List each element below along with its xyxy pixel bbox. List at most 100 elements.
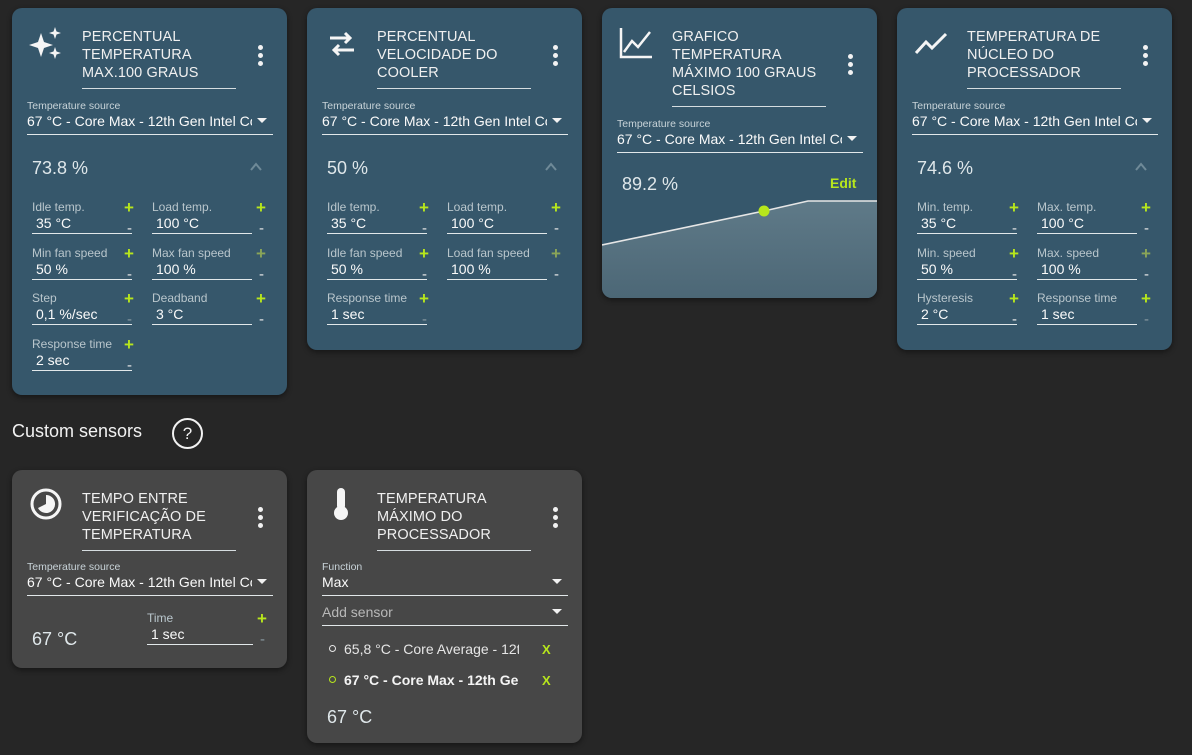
time-field[interactable]: Time 1 sec (147, 610, 253, 645)
temperature-source-select[interactable]: 67 °C - Core Max - 12th Gen Intel Core i… (912, 112, 1158, 135)
min-fan-speed-field[interactable]: Min fan speed 50 % (32, 245, 132, 280)
decrement-button[interactable]: - (127, 221, 132, 237)
sensor-list-item: 65,8 °C - Core Average - 12th Gen Intel … (329, 641, 519, 657)
increment-button[interactable]: + (551, 199, 561, 216)
sparkles-icon (29, 27, 61, 59)
trend-line-icon (914, 32, 948, 55)
increment-button[interactable]: + (124, 336, 134, 353)
increment-button[interactable]: + (124, 199, 134, 216)
increment-button[interactable]: + (1141, 199, 1151, 216)
custom-sensor-card-1: TEMPO ENTRE VERIFICAÇÃO DE TEMPERATURA Tem… (12, 470, 287, 668)
decrement-button[interactable]: - (554, 221, 559, 237)
section-title: Custom sensors (12, 421, 143, 441)
decrement-button[interactable]: - (127, 267, 132, 283)
increment-button[interactable]: + (1141, 290, 1151, 307)
decrement-button[interactable]: - (554, 267, 559, 283)
temperature-source-select[interactable]: 67 °C - Core Max - 12th Gen Intel Core i… (322, 112, 568, 135)
idle-fan-speed-field[interactable]: Idle fan speed 50 % (327, 245, 427, 280)
decrement-button[interactable]: - (422, 221, 427, 237)
decrement-button[interactable]: - (1144, 312, 1149, 328)
increment-button[interactable]: + (256, 199, 266, 216)
decrement-button[interactable]: - (1144, 267, 1149, 283)
increment-button[interactable]: + (419, 290, 429, 307)
increment-button[interactable]: + (1141, 245, 1151, 262)
chevron-up-icon[interactable] (1135, 161, 1147, 173)
chevron-up-icon[interactable] (250, 161, 262, 173)
more-options-icon[interactable] (1140, 45, 1150, 69)
chevron-down-icon (257, 118, 267, 123)
increment-button[interactable]: + (1009, 290, 1019, 307)
max-speed-field[interactable]: Max. speed 100 % (1037, 245, 1137, 280)
step-field[interactable]: Step 0,1 %/sec (32, 290, 132, 325)
chevron-down-icon (552, 609, 562, 614)
hysteresis-field[interactable]: Hysteresis 2 °C (917, 290, 1017, 325)
more-options-icon[interactable] (255, 45, 265, 69)
increment-button[interactable]: + (256, 290, 266, 307)
temperature-source-select[interactable]: 67 °C - Core Max - 12th Gen Intel Core i… (617, 130, 863, 153)
decrement-button[interactable]: - (1012, 221, 1017, 237)
response-time-field[interactable]: Response time 1 sec (1037, 290, 1137, 325)
load-fan-speed-field[interactable]: Load fan speed 100 % (447, 245, 547, 280)
card-title: TEMPERATURA MÁXIMO DO PROCESSADOR (377, 490, 531, 551)
function-label: Function (322, 561, 363, 573)
idle-temp-field[interactable]: Idle temp. 35 °C (32, 199, 132, 234)
source-label: Temperature source (27, 100, 121, 112)
current-value: 67 °C (32, 629, 78, 649)
chevron-down-icon (257, 579, 267, 584)
decrement-button[interactable]: - (259, 312, 264, 328)
remove-sensor-button[interactable]: X (542, 673, 551, 688)
source-label: Temperature source (617, 118, 711, 130)
chevron-down-icon (552, 118, 562, 123)
decrement-button[interactable]: - (1144, 221, 1149, 237)
fan-curve-card-1: PERCENTUAL TEMPERATURA MAX.100 GRAUS Tempe… (12, 8, 287, 395)
increment-button[interactable]: + (1009, 199, 1019, 216)
edit-button[interactable]: Edit (830, 175, 856, 191)
card-title: PERCENTUAL TEMPERATURA MAX.100 GRAUS (82, 28, 236, 89)
decrement-button[interactable]: - (422, 267, 427, 283)
decrement-button[interactable]: - (127, 312, 132, 328)
increment-button[interactable]: + (1009, 245, 1019, 262)
decrement-button[interactable]: - (259, 267, 264, 283)
bullet-icon (329, 644, 336, 652)
max-temp-field[interactable]: Max. temp. 100 °C (1037, 199, 1137, 234)
card-title: TEMPERATURA DE NÚCLEO DO PROCESSADOR (967, 28, 1121, 89)
curve-point[interactable] (758, 205, 770, 217)
load-temp-field[interactable]: Load temp. 100 °C (447, 199, 547, 234)
add-sensor-select[interactable]: Add sensor (322, 603, 568, 626)
increment-button[interactable]: + (551, 245, 561, 262)
increment-button[interactable]: + (419, 245, 429, 262)
idle-temp-field[interactable]: Idle temp. 35 °C (327, 199, 427, 234)
load-temp-field[interactable]: Load temp. 100 °C (152, 199, 252, 234)
help-icon[interactable]: ? (172, 418, 203, 449)
more-options-icon[interactable] (845, 54, 855, 78)
response-time-field[interactable]: Response time 1 sec (327, 290, 427, 325)
decrement-button[interactable]: - (1012, 267, 1017, 283)
max-fan-speed-field[interactable]: Max fan speed 100 % (152, 245, 252, 280)
decrement-button[interactable]: - (259, 221, 264, 237)
min-temp-field[interactable]: Min. temp. 35 °C (917, 199, 1017, 234)
temperature-source-select[interactable]: 67 °C - Core Max - 12th Gen Intel Core i… (27, 112, 273, 135)
remove-sensor-button[interactable]: X (542, 642, 551, 657)
response-time-field[interactable]: Response time 2 sec (32, 336, 132, 371)
more-options-icon[interactable] (550, 507, 560, 531)
more-options-icon[interactable] (255, 507, 265, 531)
min-speed-field[interactable]: Min. speed 50 % (917, 245, 1017, 280)
chevron-up-icon[interactable] (545, 161, 557, 173)
decrement-button[interactable]: - (1012, 312, 1017, 328)
swap-arrows-icon (330, 31, 354, 57)
more-options-icon[interactable] (550, 45, 560, 69)
source-label: Temperature source (912, 100, 1006, 112)
increment-button[interactable]: + (124, 245, 134, 262)
increment-button[interactable]: + (419, 199, 429, 216)
decrement-button[interactable]: - (260, 632, 265, 648)
increment-button[interactable]: + (257, 610, 267, 627)
temperature-source-select[interactable]: 67 °C - Core Max - 12th Gen Intel Core i… (27, 573, 273, 596)
fan-curve-graph[interactable] (602, 198, 877, 298)
decrement-button[interactable]: - (422, 312, 427, 328)
increment-button[interactable]: + (124, 290, 134, 307)
increment-button[interactable]: + (256, 245, 266, 262)
deadband-field[interactable]: Deadband 3 °C (152, 290, 252, 325)
chevron-down-icon (847, 136, 857, 141)
function-select[interactable]: Max (322, 573, 568, 596)
decrement-button[interactable]: - (127, 358, 132, 374)
